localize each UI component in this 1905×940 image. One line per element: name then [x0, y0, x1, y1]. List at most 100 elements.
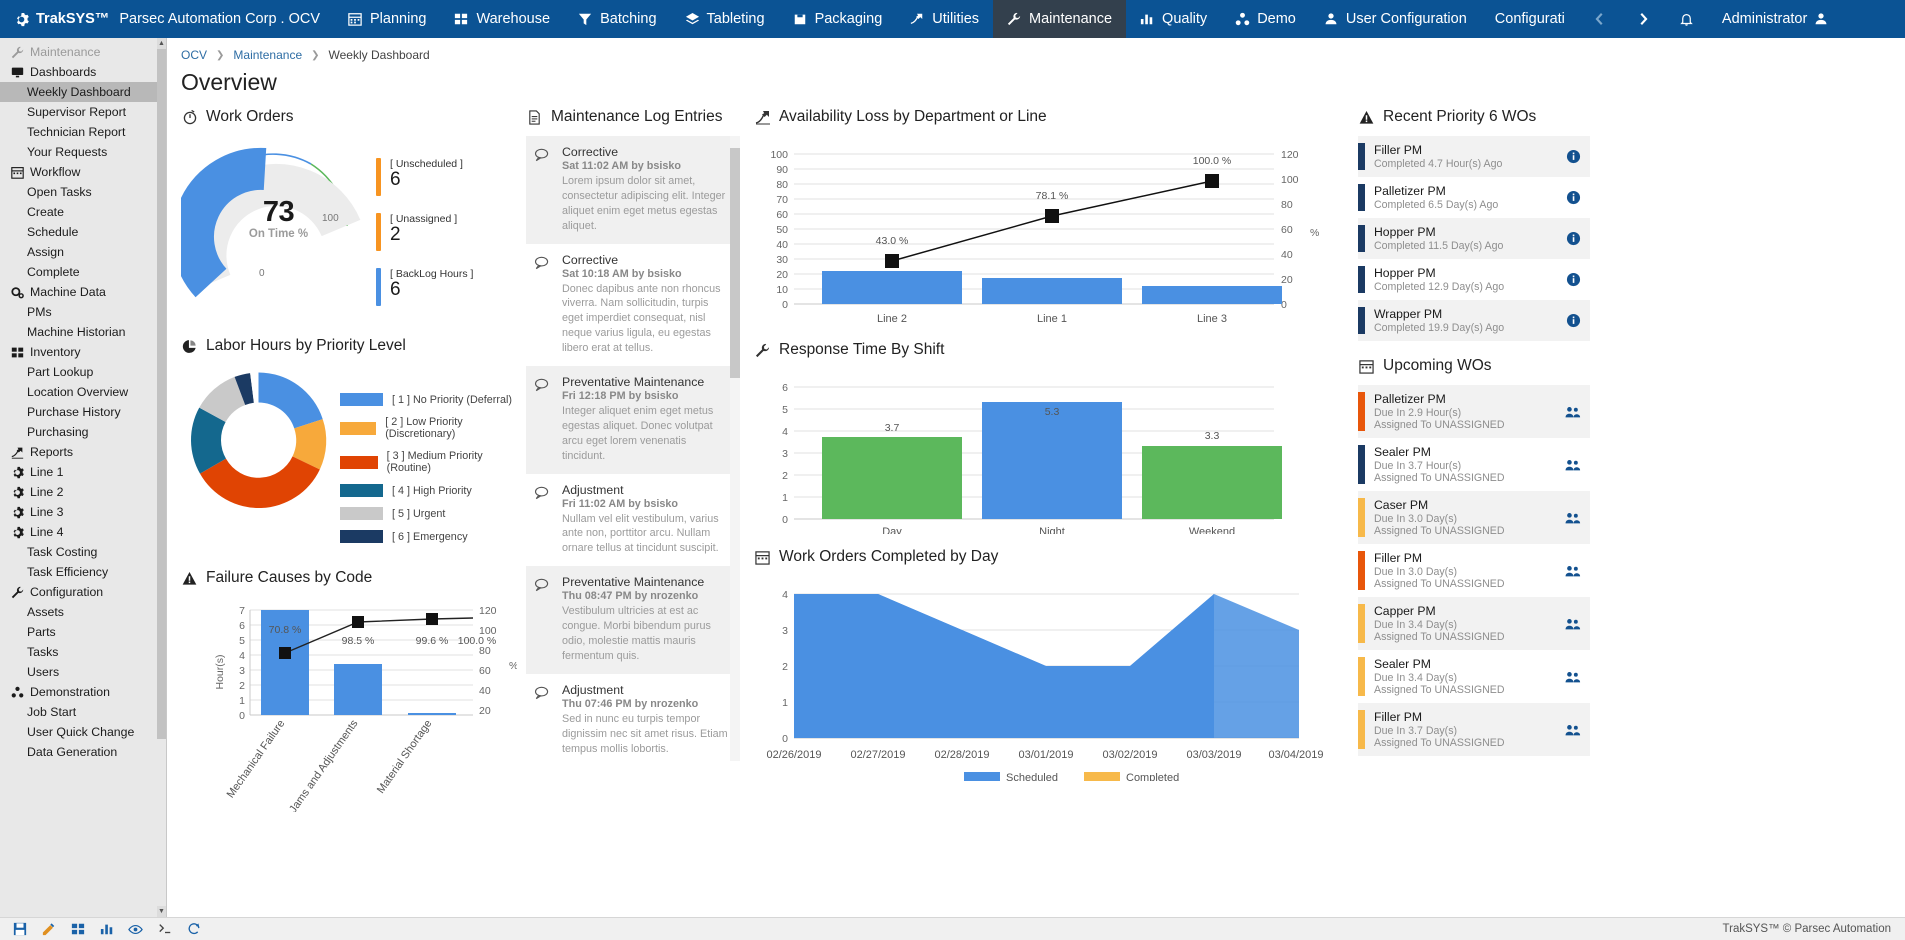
notifications-button[interactable]: [1665, 0, 1708, 38]
log-entry[interactable]: Adjustment Thu 07:46 PM by nrozenko Sed in…: [526, 674, 740, 761]
sidebar-item-assign[interactable]: Assign: [0, 242, 166, 262]
work-order-row[interactable]: Wrapper PM Completed 19.9 Day(s) Ago: [1358, 300, 1590, 341]
labor-hours-donut[interactable]: [181, 365, 336, 520]
chart-icon[interactable]: [99, 922, 114, 937]
failure-causes-chart[interactable]: 7 6 5 4 3 2 1 0 Hour(s) 120 100 80 60 40…: [197, 597, 517, 812]
sidebar-item-line-2[interactable]: Line 2: [0, 482, 166, 502]
kpi-unscheduled[interactable]: [ Unscheduled ] 6: [376, 158, 473, 196]
nav-prev-button[interactable]: [1579, 0, 1622, 38]
legend-item[interactable]: [ 5 ] Urgent: [340, 507, 512, 520]
nav-item-planning[interactable]: Planning: [334, 0, 440, 38]
save-icon[interactable]: [12, 922, 27, 937]
info-icon[interactable]: [1564, 190, 1582, 205]
nav-item-batching[interactable]: Batching: [564, 0, 670, 38]
nav-item-user-configuration[interactable]: User Configuration: [1310, 0, 1481, 38]
work-order-row[interactable]: Sealer PM Due In 3.7 Hour(s) Assigned To U…: [1358, 438, 1590, 491]
legend-item[interactable]: [ 6 ] Emergency: [340, 530, 512, 543]
wo-completed-chart[interactable]: 4 3 2 1 0 02/26/2019 02/27/2019 02/28/20…: [754, 576, 1340, 781]
nav-item-warehouse[interactable]: Warehouse: [440, 0, 564, 38]
sidebar-item-machine-historian[interactable]: Machine Historian: [0, 322, 166, 342]
users-icon[interactable]: [1564, 458, 1582, 472]
legend-item[interactable]: [ 1 ] No Priority (Deferral): [340, 393, 512, 406]
nav-item-maintenance[interactable]: Maintenance: [993, 0, 1127, 38]
info-icon[interactable]: [1564, 149, 1582, 164]
sidebar-item-configuration[interactable]: Configuration: [0, 582, 166, 602]
sidebar-item-location-overview[interactable]: Location Overview: [0, 382, 166, 402]
sidebar-item-technician-report[interactable]: Technician Report: [0, 122, 166, 142]
legend-item[interactable]: [ 2 ] Low Priority (Discretionary): [340, 416, 512, 440]
sidebar-item-task-costing[interactable]: Task Costing: [0, 542, 166, 562]
nav-item-quality[interactable]: Quality: [1126, 0, 1221, 38]
nav-item-demo[interactable]: Demo: [1221, 0, 1310, 38]
sidebar-item-open-tasks[interactable]: Open Tasks: [0, 182, 166, 202]
work-order-row[interactable]: Filler PM Due In 3.7 Day(s) Assigned To UN…: [1358, 703, 1590, 756]
kpi-backlog-hours[interactable]: [ BackLog Hours ] 6: [376, 268, 473, 306]
refresh-icon[interactable]: [186, 922, 201, 937]
info-icon[interactable]: [1564, 313, 1582, 328]
nav-item-tableting[interactable]: Tableting: [671, 0, 779, 38]
work-order-row[interactable]: Sealer PM Due In 3.4 Day(s) Assigned To UN…: [1358, 650, 1590, 703]
sidebar-item-create[interactable]: Create: [0, 202, 166, 222]
breadcrumb-section[interactable]: Maintenance: [233, 48, 302, 62]
work-order-row[interactable]: Filler PM Completed 4.7 Hour(s) Ago: [1358, 136, 1590, 177]
work-order-row[interactable]: Filler PM Due In 3.0 Day(s) Assigned To UN…: [1358, 544, 1590, 597]
work-order-row[interactable]: Capper PM Due In 3.4 Day(s) Assigned To UN…: [1358, 597, 1590, 650]
users-icon[interactable]: [1564, 405, 1582, 419]
sidebar-item-parts[interactable]: Parts: [0, 622, 166, 642]
work-order-row[interactable]: Caser PM Due In 3.0 Day(s) Assigned To UNA…: [1358, 491, 1590, 544]
info-icon[interactable]: [1564, 231, 1582, 246]
grid-icon[interactable]: [70, 922, 85, 937]
availability-loss-chart[interactable]: 100 90 80 70 60 50 40 30 20 10 0 120 100…: [754, 136, 1340, 331]
sidebar-item-data-generation[interactable]: Data Generation: [0, 742, 166, 762]
users-icon[interactable]: [1564, 564, 1582, 578]
log-entry[interactable]: Preventative Maintenance Fri 12:18 PM by …: [526, 366, 740, 474]
sidebar-item-purchasing[interactable]: Purchasing: [0, 422, 166, 442]
sidebar-scroll-thumb[interactable]: [157, 49, 166, 739]
legend-item[interactable]: [ 3 ] Medium Priority (Routine): [340, 450, 512, 474]
sidebar-item-task-efficiency[interactable]: Task Efficiency: [0, 562, 166, 582]
sidebar-item-workflow[interactable]: Workflow: [0, 162, 166, 182]
work-order-row[interactable]: Palletizer PM Completed 6.5 Day(s) Ago: [1358, 177, 1590, 218]
sidebar-scrollbar[interactable]: ▲ ▼: [157, 38, 166, 917]
log-scroll-thumb[interactable]: [730, 148, 740, 378]
response-time-chart[interactable]: 6 5 4 3 2 1 0 3.7 5.3 3.3 Day Night Week…: [754, 369, 1340, 534]
scroll-up-arrow[interactable]: ▲: [157, 38, 166, 49]
nav-next-button[interactable]: [1622, 0, 1665, 38]
eye-icon[interactable]: [128, 922, 143, 937]
users-icon[interactable]: [1564, 511, 1582, 525]
nav-overflow-label[interactable]: Configurati: [1481, 0, 1579, 38]
sidebar-item-user-quick-change[interactable]: User Quick Change: [0, 722, 166, 742]
sidebar-item-users[interactable]: Users: [0, 662, 166, 682]
log-entry[interactable]: Corrective Sat 10:18 AM by bsisko Donec da…: [526, 244, 740, 366]
sidebar-item-job-start[interactable]: Job Start: [0, 702, 166, 722]
corp-label-item[interactable]: Parsec Automation Corp . OCV: [115, 0, 334, 38]
sidebar-item-dashboards[interactable]: Dashboards: [0, 62, 166, 82]
nav-item-packaging[interactable]: Packaging: [779, 0, 897, 38]
legend-item[interactable]: [ 4 ] High Priority: [340, 484, 512, 497]
info-icon[interactable]: [1564, 272, 1582, 287]
scroll-down-arrow[interactable]: ▼: [157, 906, 166, 917]
users-icon[interactable]: [1564, 670, 1582, 684]
sidebar-item-your-requests[interactable]: Your Requests: [0, 142, 166, 162]
sidebar-item-weekly-dashboard[interactable]: Weekly Dashboard: [0, 82, 166, 102]
sidebar-item-schedule[interactable]: Schedule: [0, 222, 166, 242]
users-icon[interactable]: [1564, 617, 1582, 631]
work-order-row[interactable]: Hopper PM Completed 11.5 Day(s) Ago: [1358, 218, 1590, 259]
kpi-unassigned[interactable]: [ Unassigned ] 2: [376, 213, 473, 251]
sidebar-item-assets[interactable]: Assets: [0, 602, 166, 622]
work-order-row[interactable]: Hopper PM Completed 12.9 Day(s) Ago: [1358, 259, 1590, 300]
sidebar-item-line-1[interactable]: Line 1: [0, 462, 166, 482]
edit-icon[interactable]: [41, 922, 56, 937]
users-icon[interactable]: [1564, 723, 1582, 737]
log-scrollbar[interactable]: [730, 136, 740, 761]
terminal-icon[interactable]: [157, 922, 172, 937]
log-entry[interactable]: Corrective Sat 11:02 AM by bsisko Lorem ip…: [526, 136, 740, 244]
sidebar-item-purchase-history[interactable]: Purchase History: [0, 402, 166, 422]
sidebar-item-supervisor-report[interactable]: Supervisor Report: [0, 102, 166, 122]
sidebar-item-line-4[interactable]: Line 4: [0, 522, 166, 542]
sidebar-item-demonstration[interactable]: Demonstration: [0, 682, 166, 702]
breadcrumb-root[interactable]: OCV: [181, 48, 207, 62]
sidebar-item-line-3[interactable]: Line 3: [0, 502, 166, 522]
account-menu[interactable]: Administrator: [1708, 0, 1843, 38]
sidebar-item-inventory[interactable]: Inventory: [0, 342, 166, 362]
